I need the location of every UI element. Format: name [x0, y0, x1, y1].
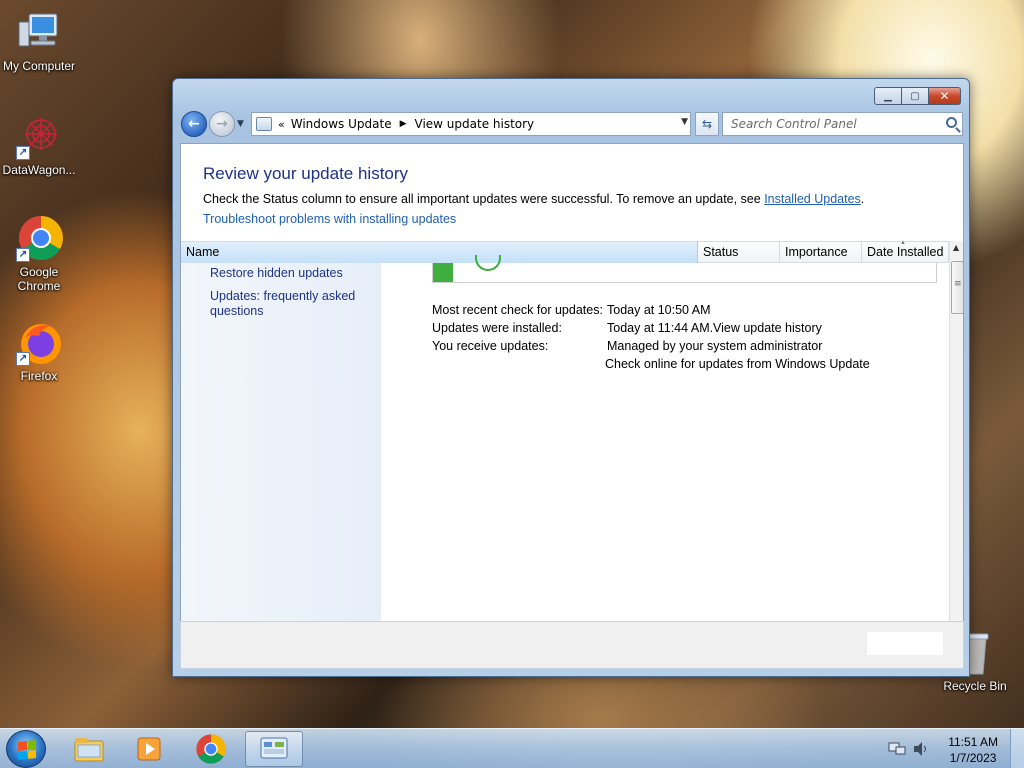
status-color-bar: [433, 263, 453, 282]
column-header-name[interactable]: Name: [181, 242, 698, 263]
installed-value: Today at 11:44 AM.: [607, 321, 714, 335]
search-input[interactable]: Search Control Panel: [722, 112, 963, 136]
shortcut-arrow-icon: ↗: [16, 146, 30, 160]
minimize-button[interactable]: ▁: [874, 87, 902, 105]
recent-pages-dropdown[interactable]: ▼: [237, 119, 244, 129]
network-icon[interactable]: [888, 741, 906, 757]
forward-button[interactable]: →: [209, 111, 235, 137]
breadcrumb-view-update-history[interactable]: View update history: [415, 117, 535, 131]
address-bar[interactable]: « Windows Update ▶ View update history ▼: [251, 112, 691, 136]
installed-updates-link[interactable]: Installed Updates: [764, 192, 861, 206]
address-dropdown-icon[interactable]: ▼: [681, 117, 688, 127]
content-area: Review your update history Check the Sta…: [180, 143, 964, 669]
check-online-link[interactable]: Check online for updates from Windows Up…: [605, 357, 870, 371]
breadcrumb-separator-icon[interactable]: ▶: [400, 119, 407, 129]
shortcut-arrow-icon: ↗: [16, 352, 30, 366]
description-text: Check the Status column to ensure all im…: [203, 192, 765, 206]
desktop-icon-chrome[interactable]: ↗ Google Chrome: [0, 214, 78, 293]
clock-time: 11:51 AM: [948, 735, 998, 749]
column-header-status[interactable]: Status: [698, 242, 780, 263]
address-overflow-chevron[interactable]: «: [278, 118, 285, 131]
volume-icon[interactable]: [912, 741, 930, 757]
windows-update-window: ▁ ▢ ✕ ← → ▼ « Windows Update ▶ View upda…: [172, 78, 970, 677]
troubleshoot-link[interactable]: Troubleshoot problems with installing up…: [203, 212, 456, 226]
view-update-history-link[interactable]: View update history: [713, 321, 822, 335]
desktop-icon-datawagon[interactable]: ↗ DataWagon...: [0, 112, 78, 177]
shortcut-arrow-icon: ↗: [16, 248, 30, 262]
maximize-button[interactable]: ▢: [902, 87, 929, 105]
show-desktop-button[interactable]: [1010, 729, 1024, 768]
control-panel-icon: [256, 117, 272, 131]
refresh-button[interactable]: ⇆: [695, 112, 719, 136]
dialog-footer: [180, 621, 964, 669]
restore-hidden-updates-link[interactable]: Restore hidden updates: [210, 266, 343, 281]
column-header-row: Name Status Importance Date Installed ▲: [181, 240, 949, 263]
scrollbar-thumb[interactable]: [951, 261, 963, 314]
desktop-icon-label: Firefox: [20, 369, 58, 383]
receive-updates-value: Managed by your system administrator: [607, 339, 823, 353]
desktop-icon-my-computer[interactable]: My Computer: [0, 8, 78, 73]
taskbar-explorer[interactable]: [60, 731, 118, 767]
file-explorer-icon: [74, 738, 104, 762]
desktop-icon-label: My Computer: [2, 59, 76, 73]
chrome-icon: [196, 734, 226, 764]
taskbar-media-player[interactable]: [120, 731, 178, 767]
system-tray: 11:51 AM 1/7/2023: [874, 729, 1024, 768]
navigation-bar: ← → ▼ « Windows Update ▶ View update his…: [181, 111, 963, 137]
back-button[interactable]: ←: [181, 111, 207, 137]
start-button[interactable]: [6, 730, 46, 768]
desktop-icon-label: DataWagon...: [2, 163, 76, 177]
recent-check-value: Today at 10:50 AM: [607, 303, 711, 317]
search-placeholder: Search Control Panel: [731, 117, 857, 131]
footer-button[interactable]: [867, 632, 943, 655]
control-panel-icon: [260, 737, 288, 759]
scroll-up-icon[interactable]: ▲: [953, 243, 959, 252]
vertical-scrollbar[interactable]: ▲ ▼: [949, 241, 963, 668]
computer-icon: [15, 8, 63, 56]
clock[interactable]: 11:51 AM 1/7/2023: [948, 734, 998, 766]
sort-indicator-icon: ▲: [900, 240, 906, 246]
taskbar-control-panel[interactable]: [245, 731, 303, 767]
left-task-pane: Restore hidden updates Updates: frequent…: [181, 263, 381, 668]
recent-check-label: Most recent check for updates:: [432, 303, 603, 317]
desktop-icon-label: Recycle Bin: [943, 679, 1007, 693]
installed-label: Updates were installed:: [432, 321, 562, 335]
search-icon[interactable]: [946, 117, 957, 128]
update-status-box: [432, 255, 937, 283]
column-header-importance[interactable]: Importance: [780, 242, 862, 263]
main-status-area: Most recent check for updates: Today at …: [381, 255, 949, 668]
updates-faq-link[interactable]: Updates: frequently asked questions: [210, 289, 360, 319]
windows-update-shield-icon: [475, 255, 501, 271]
datawagon-icon: ↗: [15, 112, 63, 160]
chrome-icon: ↗: [15, 214, 63, 262]
taskbar: 11:51 AM 1/7/2023: [0, 728, 1024, 768]
close-button[interactable]: ✕: [929, 87, 961, 105]
desktop-icon-label: Google Chrome: [17, 265, 61, 293]
receive-updates-label: You receive updates:: [432, 339, 549, 353]
firefox-icon: ↗: [15, 318, 63, 366]
description-end: .: [860, 192, 865, 206]
windows-logo-icon: [18, 740, 36, 760]
clock-date: 1/7/2023: [949, 751, 997, 765]
window-controls: ▁ ▢ ✕: [874, 87, 961, 105]
breadcrumb-windows-update[interactable]: Windows Update: [291, 117, 392, 131]
page-description: Check the Status column to ensure all im…: [203, 192, 864, 206]
media-player-icon: [137, 737, 161, 761]
page-title: Review your update history: [203, 164, 409, 183]
taskbar-chrome[interactable]: [182, 731, 240, 767]
desktop-icon-firefox[interactable]: ↗ Firefox: [0, 318, 78, 383]
